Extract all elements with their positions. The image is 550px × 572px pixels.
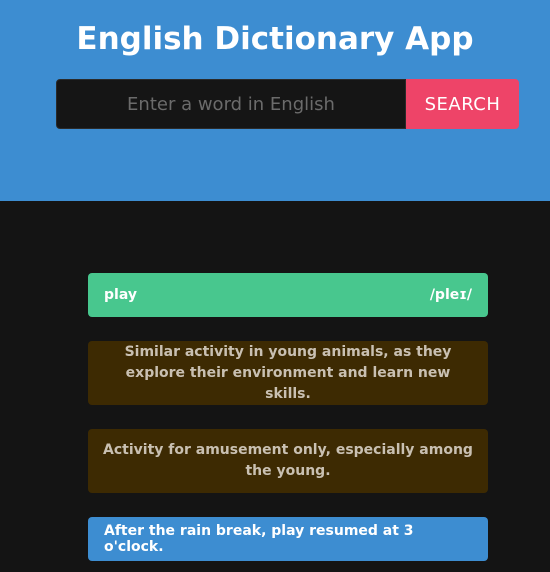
- example-text: After the rain break, play resumed at 3 …: [104, 523, 414, 555]
- phonetic-text: /pleɪ/: [429, 287, 472, 303]
- definition-text: Activity for amusement only, especially …: [103, 442, 473, 479]
- app-title: English Dictionary App: [76, 21, 474, 57]
- example-card: After the rain break, play resumed at 3 …: [88, 517, 488, 561]
- app-header: English Dictionary App SEARCH: [0, 0, 550, 201]
- search-input[interactable]: [56, 79, 406, 129]
- definition-card: Similar activity in young animals, as th…: [88, 341, 488, 405]
- definition-text: Similar activity in young animals, as th…: [124, 343, 452, 402]
- definition-card: Activity for amusement only, especially …: [88, 429, 488, 493]
- search-button[interactable]: SEARCH: [406, 79, 519, 129]
- word-card: play /pleɪ/: [88, 273, 488, 317]
- word-text: play: [104, 287, 137, 303]
